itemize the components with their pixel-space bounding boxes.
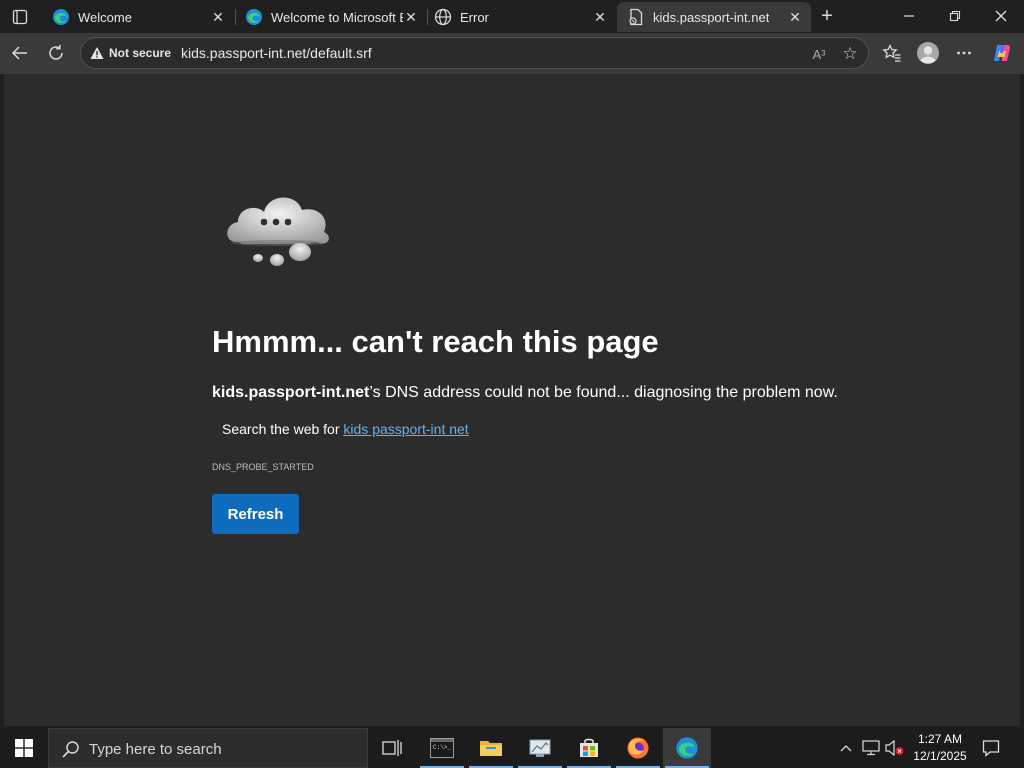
tab-welcome[interactable]: Welcome ✕ xyxy=(42,2,234,32)
error-heading: Hmmm... can't reach this page xyxy=(212,324,659,359)
close-tab-icon[interactable]: ✕ xyxy=(210,9,226,25)
profile-avatar-icon[interactable] xyxy=(914,39,942,67)
system-clock[interactable]: 1:27 AM 12/1/2025 xyxy=(905,731,975,765)
tab-strip: Welcome ✕ Welcome to Microsoft E ✕ Error… xyxy=(0,0,1024,33)
file-explorer-icon[interactable] xyxy=(467,728,515,768)
network-status-icon[interactable] xyxy=(860,728,882,768)
search-placeholder: Type here to search xyxy=(89,741,222,758)
windows-start-icon[interactable] xyxy=(0,728,48,768)
close-tab-icon[interactable]: ✕ xyxy=(787,9,803,25)
tab-kids-passport[interactable]: kids.passport-int.net ✕ xyxy=(617,2,811,32)
warning-icon[interactable] xyxy=(90,46,104,60)
search-icon xyxy=(61,739,81,759)
tab-title: Welcome to Microsoft E xyxy=(271,9,403,25)
toolbar: Not secure kids.passport-int.net/default… xyxy=(0,33,1024,74)
read-aloud-icon[interactable]: A³ xyxy=(809,44,829,64)
clock-time: 1:27 AM xyxy=(917,732,963,746)
close-tab-icon[interactable]: ✕ xyxy=(592,9,608,25)
show-hidden-icons-icon[interactable] xyxy=(836,728,856,768)
minimize-icon[interactable] xyxy=(886,0,932,32)
url-text[interactable]: kids.passport-int.net/default.srf xyxy=(181,45,372,61)
taskbar: Type here to search C:\>_ 1:27 AM 12/1/2… xyxy=(0,728,1024,768)
tab-title: Welcome xyxy=(78,9,132,25)
network-app-icon[interactable] xyxy=(516,728,564,768)
clock-date: 12/1/2025 xyxy=(913,749,967,763)
edge-icon xyxy=(52,8,70,26)
store-app-icon[interactable] xyxy=(565,728,613,768)
search-prefix: Search the web for xyxy=(222,421,340,437)
favorite-star-icon[interactable]: ☆ xyxy=(839,43,861,65)
error-code: DNS_PROBE_STARTED xyxy=(212,462,314,472)
cloud-icon xyxy=(227,197,329,266)
back-icon[interactable] xyxy=(6,39,34,67)
tab-error[interactable]: Error ✕ xyxy=(424,2,616,32)
tab-title: Error xyxy=(460,9,489,25)
new-tab-icon[interactable]: + xyxy=(816,5,838,27)
svg-text:C:\>_: C:\>_ xyxy=(433,744,451,751)
close-window-icon[interactable] xyxy=(978,0,1024,32)
taskbar-search-box[interactable]: Type here to search xyxy=(48,728,368,768)
favorites-icon[interactable] xyxy=(878,39,906,67)
more-options-icon[interactable] xyxy=(950,39,978,67)
refresh-icon[interactable] xyxy=(42,39,70,67)
not-secure-label[interactable]: Not secure xyxy=(109,46,171,60)
refresh-button[interactable]: Refresh xyxy=(212,494,299,534)
error-page: Hmmm... can't reach this page kids.passp… xyxy=(4,74,1020,726)
page-icon xyxy=(627,8,645,26)
error-message: kids.passport-int.net’s DNS address coul… xyxy=(212,384,838,402)
restore-icon[interactable] xyxy=(932,0,978,32)
address-bar[interactable]: Not secure kids.passport-int.net/default… xyxy=(80,37,869,69)
search-web-link[interactable]: kids passport-int net xyxy=(343,421,468,437)
tab-title: kids.passport-int.net xyxy=(653,9,770,25)
volume-muted-icon[interactable] xyxy=(884,728,906,768)
task-view-icon[interactable] xyxy=(368,728,416,768)
notifications-icon[interactable] xyxy=(978,736,1004,760)
copilot-icon[interactable] xyxy=(988,39,1016,67)
error-host: kids.passport-int.net xyxy=(212,384,370,401)
close-tab-icon[interactable]: ✕ xyxy=(403,9,419,25)
search-suggestion: Search the web for kids passport-int net xyxy=(222,421,469,437)
error-message-text: ’s DNS address could not be found... dia… xyxy=(369,384,838,401)
firefox-icon[interactable] xyxy=(614,728,662,768)
edge-icon xyxy=(245,8,263,26)
globe-icon xyxy=(434,8,452,26)
browser-window: Welcome ✕ Welcome to Microsoft E ✕ Error… xyxy=(0,0,1024,768)
tab-welcome-microsoft-edge[interactable]: Welcome to Microsoft E ✕ xyxy=(235,2,427,32)
tab-actions-icon[interactable] xyxy=(6,6,34,28)
edge-taskbar-icon[interactable] xyxy=(663,728,711,768)
terminal-app-icon[interactable]: C:\>_ xyxy=(418,728,466,768)
